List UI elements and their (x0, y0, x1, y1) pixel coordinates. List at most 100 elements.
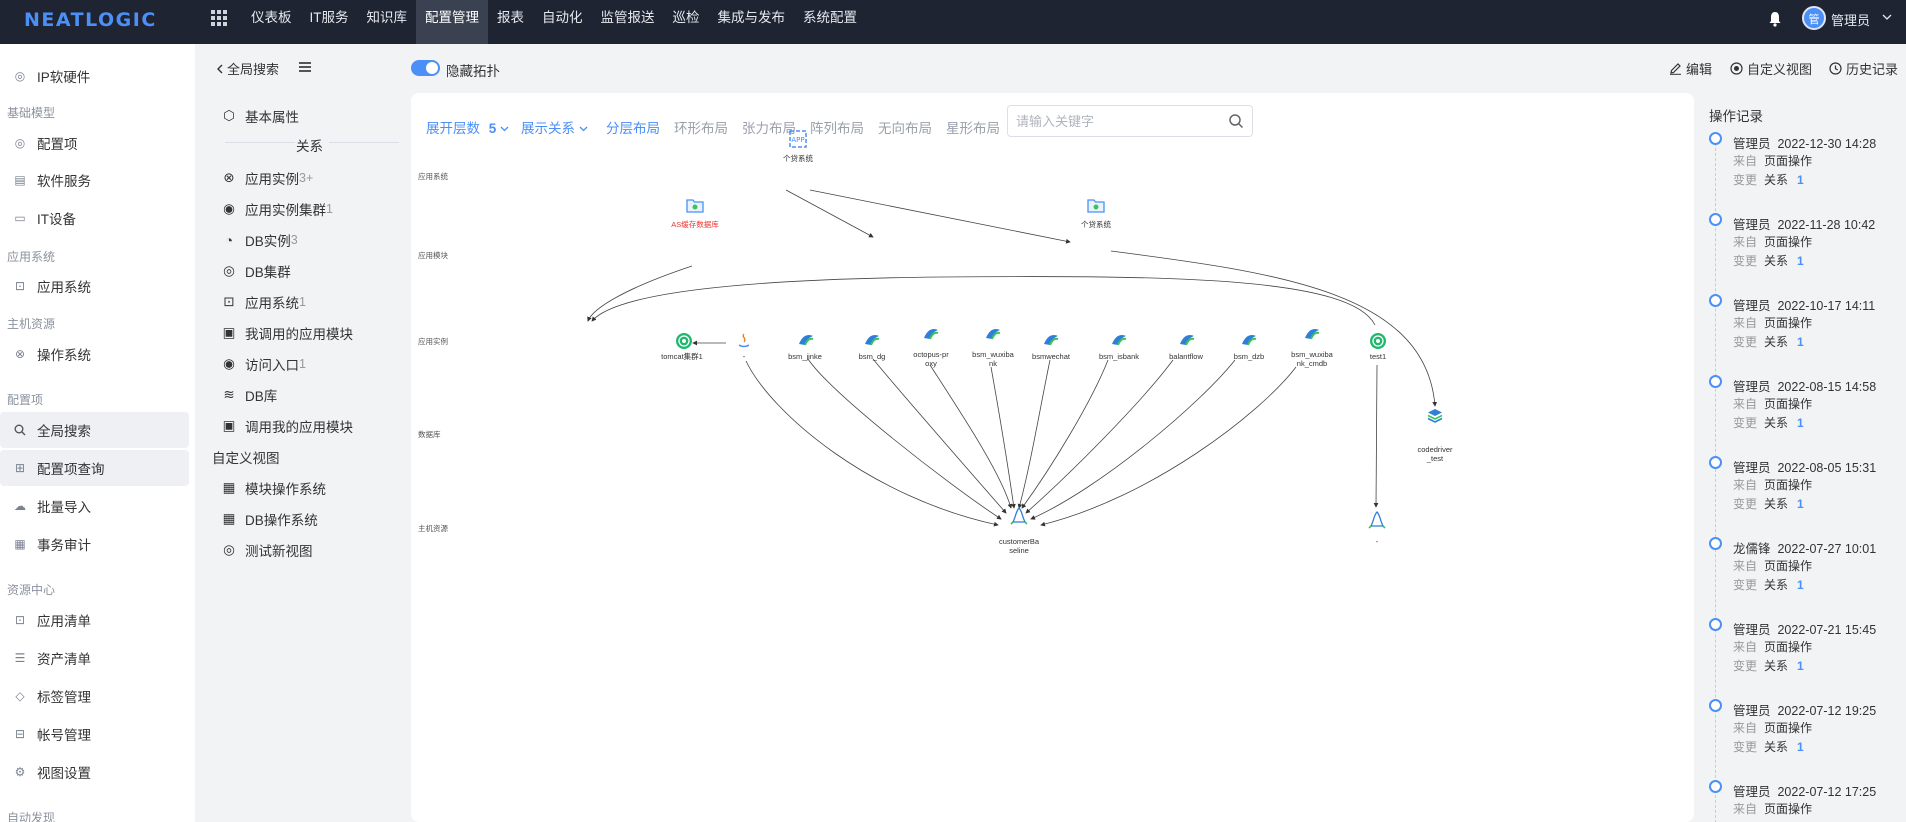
history-entry[interactable]: 管理员 2022-12-30 14:28 来自 页面操作 变更 关系 1 (1701, 132, 1901, 212)
app-module-node-icon[interactable] (1087, 196, 1105, 214)
app-grid-icon[interactable] (211, 10, 227, 26)
bird-node-icon[interactable] (863, 330, 881, 348)
history-entry[interactable]: 管理员 2022-07-12 17:25 来自 页面操作 (1701, 780, 1901, 822)
history-entry[interactable]: 管理员 2022-11-28 10:42 来自 页面操作 变更 关系 1 (1701, 213, 1901, 293)
bird-node-icon[interactable] (1303, 324, 1321, 342)
history-entry[interactable]: 管理员 2022-07-21 15:45 来自 页面操作 变更 关系 1 (1701, 618, 1901, 698)
database-node-icon[interactable] (1426, 407, 1444, 425)
folder-icon: ▣ (222, 325, 236, 340)
divider (329, 142, 399, 143)
bird-node-icon[interactable] (797, 330, 815, 348)
sidebar-item-global-search[interactable]: 全局搜索 (0, 412, 189, 448)
edge (1110, 250, 1438, 407)
app-instance-icon: ⊗ (223, 170, 235, 185)
linux-node-icon[interactable] (1368, 511, 1386, 529)
sidebar-item-account-mgmt[interactable]: ⊟ 帐号管理 (0, 716, 189, 752)
tomcat-cluster-node-icon[interactable] (675, 332, 693, 350)
sidebar-item-software-service[interactable]: ▤ 软件服务 (0, 162, 189, 198)
edge (1021, 359, 1109, 509)
bird-node-icon[interactable] (1178, 330, 1196, 348)
user-name[interactable]: 管理员 (1831, 10, 1870, 29)
bell-icon[interactable] (1768, 11, 1782, 27)
bird-node-icon[interactable] (984, 324, 1002, 342)
bird-node-icon[interactable] (922, 324, 940, 342)
history-entry[interactable]: 管理员 2022-10-17 14:11 来自 页面操作 变更 关系 1 (1701, 294, 1901, 374)
sidebar-item-batch-import[interactable]: ☁ 批量导入 (0, 488, 189, 524)
sidebar-item-view-settings[interactable]: ⚙ 视图设置 (0, 754, 189, 790)
menu-icon[interactable] (299, 62, 311, 72)
bird-node-icon[interactable] (1042, 330, 1060, 348)
sidebar-item-it-device[interactable]: ▭ IT设备 (0, 200, 189, 236)
relation-link-access-entry[interactable]: ◉ 访问入口 1 (222, 354, 306, 374)
sidebar-item-app-list[interactable]: ⊡ 应用清单 (0, 602, 189, 638)
edge (745, 360, 999, 527)
nav-integration[interactable]: 集成与发布 (709, 0, 795, 44)
history-entry[interactable]: 管理员 2022-08-15 14:58 来自 页面操作 变更 关系 1 (1701, 375, 1901, 455)
app-logo[interactable]: NEATLOGIC (24, 9, 157, 31)
nav-report[interactable]: 报表 (488, 0, 533, 44)
sidebar-item-ip-hardware[interactable]: ◎ IP软硬件 (0, 58, 189, 94)
monitor-icon: ▭ (14, 211, 26, 225)
chevron-down-icon[interactable] (1882, 12, 1892, 22)
app-module-node-icon[interactable] (686, 196, 704, 214)
nav-it-service[interactable]: IT服务 (301, 0, 358, 44)
node-label: bsmwechat (1032, 352, 1070, 361)
edge (785, 189, 874, 238)
custom-view-link[interactable]: ▦ DB操作系统 (222, 509, 318, 529)
tag-icon: ◇ (15, 689, 25, 703)
hide-topology-toggle[interactable] (411, 60, 440, 76)
app-icon: ⊡ (223, 294, 235, 309)
linux-node-icon[interactable] (1010, 507, 1028, 525)
edge (807, 358, 1002, 520)
relation-link-app-instance[interactable]: ⊗ 应用实例 3+ (222, 168, 313, 188)
sidebar-item-tag-mgmt[interactable]: ◇ 标签管理 (0, 678, 189, 714)
sidebar-item-audit[interactable]: ▦ 事务审计 (0, 526, 189, 562)
node-label: test1 (1369, 352, 1387, 361)
custom-view-button[interactable]: 自定义视图 (1729, 59, 1812, 78)
relation-link-db[interactable]: ≋ DB库 (222, 385, 277, 405)
custom-view-link[interactable]: ▦ 模块操作系统 (222, 478, 326, 498)
nav-inspection[interactable]: 巡检 (664, 0, 709, 44)
history-button[interactable]: 历史记录 (1828, 59, 1898, 78)
nav-knowledge[interactable]: 知识库 (358, 0, 417, 44)
history-entry[interactable]: 管理员 2022-07-12 19:25 来自 页面操作 变更 关系 1 (1701, 699, 1901, 779)
custom-view-link[interactable]: ◎ 测试新视图 (222, 540, 312, 560)
basic-attributes-link[interactable]: ⬡ 基本属性 (222, 106, 299, 126)
java-node-icon[interactable] (735, 332, 753, 350)
relation-link-app-system[interactable]: ⊡ 应用系统 1 (222, 292, 306, 312)
nav-system-config[interactable]: 系统配置 (794, 0, 866, 44)
sidebar-item-config-item[interactable]: ◎ 配置项 (0, 125, 189, 161)
nav-dashboard[interactable]: 仪表板 (242, 0, 301, 44)
edge (1017, 359, 1051, 509)
sidebar-item-app-system[interactable]: ⊡ 应用系统 (0, 268, 189, 304)
bird-node-icon[interactable] (1240, 330, 1258, 348)
relation-link-db-instance[interactable]: ◔ DB实例 3 (222, 230, 298, 250)
node-label: bsm_isbank (1098, 352, 1140, 361)
edit-button[interactable]: 编辑 (1668, 59, 1712, 78)
custom-views-title: 自定义视图 (212, 451, 280, 466)
node-label: balantflow (1169, 352, 1203, 361)
pencil-icon (1668, 62, 1682, 76)
avatar[interactable]: 管 (1802, 6, 1826, 30)
gear-icon: ⚙ (14, 765, 26, 779)
relation-link-calling-modules[interactable]: ▣ 调用我的应用模块 (222, 416, 353, 436)
relation-link-app-instance-cluster[interactable]: ◉ 应用实例集群 1 (222, 199, 333, 219)
nav-cmdb[interactable]: 配置管理 (416, 0, 488, 44)
relation-link-db-cluster[interactable]: ◎ DB集群 (222, 261, 291, 281)
history-panel: 操作记录 管理员 2022-12-30 14:28 来自 页面操作 变更 关系 1 管… (1701, 93, 1906, 822)
nav-regulatory[interactable]: 监管报送 (592, 0, 664, 44)
sidebar-item-os[interactable]: ⊗ 操作系统 (0, 336, 189, 372)
bird-node-icon[interactable] (1110, 330, 1128, 348)
sidebar-item-ci-query[interactable]: ⊞ 配置项查询 (0, 450, 189, 486)
relation-link-called-modules[interactable]: ▣ 我调用的应用模块 (222, 323, 353, 343)
sidebar-group-config-item: 配置项 (7, 393, 44, 407)
cluster-icon: ◉ (223, 201, 235, 216)
sidebar-item-asset-list[interactable]: ☰ 资产清单 (0, 640, 189, 676)
history-entry[interactable]: 管理员 2022-08-05 15:31 来自 页面操作 变更 关系 1 (1701, 456, 1901, 536)
node-label: bsm_dg (858, 352, 886, 361)
nav-automation[interactable]: 自动化 (533, 0, 592, 44)
tomcat-node-icon[interactable] (1369, 332, 1387, 350)
app-system-node-icon[interactable]: APP (789, 130, 807, 148)
back-link[interactable]: 全局搜索 (215, 59, 279, 78)
history-entry[interactable]: 龙儒锋 2022-07-27 10:01 来自 页面操作 变更 关系 1 (1701, 537, 1901, 617)
